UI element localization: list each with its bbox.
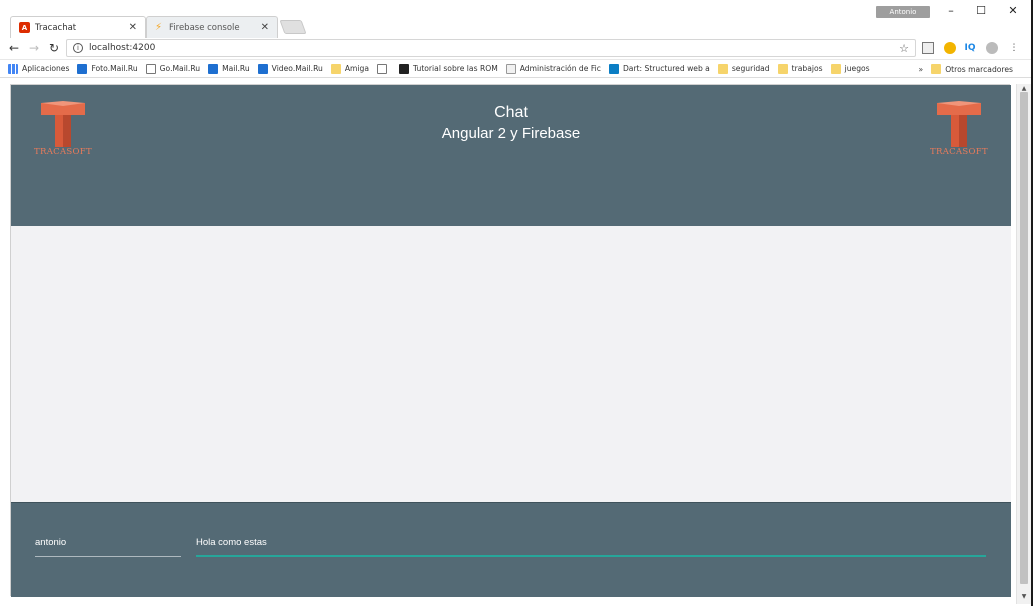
bookmarks-overflow-button[interactable]: » bbox=[919, 65, 924, 74]
folder-icon bbox=[777, 63, 788, 74]
page-icon bbox=[377, 63, 388, 74]
bookmark-otros-marcadores[interactable]: Otros marcadores bbox=[931, 64, 1013, 74]
bookmark-dart[interactable]: Dart: Structured web a bbox=[608, 63, 710, 74]
tab-strip: A Tracachat ✕ ⚡ Firebase console ✕ Anton… bbox=[0, 0, 1031, 38]
bookmark-foto-mail-ru[interactable]: Foto.Mail.Ru bbox=[77, 63, 138, 74]
new-tab-button[interactable] bbox=[279, 20, 307, 34]
page-title: Chat bbox=[494, 104, 528, 121]
star-icon[interactable]: ☆ bbox=[899, 42, 909, 55]
app-header: TRACASOFT Chat Angular 2 y Firebase TRAC… bbox=[11, 85, 1011, 226]
messages-area bbox=[11, 226, 1011, 502]
page-icon bbox=[145, 63, 156, 74]
extension-moon-icon[interactable] bbox=[944, 42, 956, 54]
bookmark-trabajos[interactable]: trabajos bbox=[777, 63, 823, 74]
folder-icon bbox=[830, 63, 841, 74]
profile-name: Antonio bbox=[889, 8, 917, 16]
forward-arrow-icon[interactable]: → bbox=[26, 41, 42, 55]
firebase-icon: ⚡ bbox=[154, 22, 163, 33]
scrollbar-thumb[interactable] bbox=[1020, 92, 1028, 584]
tab-firebase-console[interactable]: ⚡ Firebase console ✕ bbox=[146, 16, 278, 38]
admin-icon bbox=[505, 63, 516, 74]
close-window-icon[interactable]: ✕ bbox=[998, 4, 1028, 17]
folder-icon bbox=[330, 63, 341, 74]
bookmark-mail-ru[interactable]: Mail.Ru bbox=[208, 63, 250, 74]
browser-toolbar: ← → ↻ i localhost:4200 ☆ IQ ⋮ bbox=[0, 38, 1031, 60]
message-composer: antonio Hola como estas bbox=[11, 502, 1011, 597]
message-input[interactable]: Hola como estas bbox=[196, 535, 986, 557]
bookmark-administracion[interactable]: Administración de Fic bbox=[505, 63, 601, 74]
bookmarks-right: » Otros marcadores bbox=[919, 60, 1021, 77]
logo-text: TRACASOFT bbox=[34, 147, 92, 157]
chat-app: TRACASOFT Chat Angular 2 y Firebase TRAC… bbox=[10, 84, 1011, 597]
info-icon[interactable]: i bbox=[73, 43, 83, 53]
mail-icon bbox=[77, 63, 88, 74]
tracasoft-logo: TRACASOFT bbox=[929, 101, 989, 161]
bookmark-amiga[interactable]: Amiga bbox=[330, 63, 369, 74]
mail-icon bbox=[257, 63, 268, 74]
angular-icon: A bbox=[19, 22, 30, 33]
bookmark-video-mail-ru[interactable]: Video.Mail.Ru bbox=[257, 63, 323, 74]
tab-tracachat[interactable]: A Tracachat ✕ bbox=[10, 16, 146, 38]
logo-t-icon bbox=[937, 101, 981, 147]
tab-title: Firebase console bbox=[169, 22, 240, 33]
close-icon[interactable]: ✕ bbox=[129, 22, 137, 33]
profile-button[interactable]: Antonio bbox=[876, 6, 930, 18]
bookmark-aplicaciones[interactable]: Aplicaciones bbox=[8, 63, 69, 74]
bookmark-blank[interactable] bbox=[377, 63, 391, 74]
dark-icon bbox=[399, 63, 410, 74]
address-bar[interactable]: i localhost:4200 ☆ bbox=[66, 39, 916, 57]
close-icon[interactable]: ✕ bbox=[261, 22, 269, 33]
extension-gray-icon[interactable] bbox=[986, 42, 998, 54]
bookmarks-bar: Aplicaciones Foto.Mail.Ru Go.Mail.Ru Mai… bbox=[0, 60, 1031, 78]
back-arrow-icon[interactable]: ← bbox=[6, 41, 22, 55]
maximize-icon[interactable]: ☐ bbox=[966, 4, 996, 17]
mail-icon bbox=[208, 63, 219, 74]
extension-iq-icon[interactable]: IQ bbox=[964, 42, 976, 54]
bookmark-seguridad[interactable]: seguridad bbox=[717, 63, 770, 74]
username-input[interactable]: antonio bbox=[35, 535, 181, 557]
browser-window: A Tracachat ✕ ⚡ Firebase console ✕ Anton… bbox=[0, 0, 1033, 606]
reload-icon[interactable]: ↻ bbox=[46, 41, 62, 55]
minimize-icon[interactable]: – bbox=[936, 4, 966, 17]
page-scrollbar[interactable]: ▲ ▼ bbox=[1016, 84, 1031, 604]
bookmark-tutorial-rom[interactable]: Tutorial sobre las ROM bbox=[399, 63, 498, 74]
page-subtitle: Angular 2 y Firebase bbox=[441, 125, 581, 142]
folder-icon bbox=[931, 64, 942, 74]
dart-icon bbox=[608, 63, 619, 74]
menu-kebab-icon[interactable]: ⋮ bbox=[1008, 42, 1020, 54]
logo-text: TRACASOFT bbox=[930, 147, 988, 157]
tab-title: Tracachat bbox=[35, 22, 77, 33]
bookmark-juegos[interactable]: juegos bbox=[830, 63, 870, 74]
title-block: Chat Angular 2 y Firebase bbox=[11, 103, 1011, 145]
extension-save-icon[interactable] bbox=[922, 42, 934, 54]
scroll-down-icon[interactable]: ▼ bbox=[1017, 592, 1031, 602]
bookmark-go-mail-ru[interactable]: Go.Mail.Ru bbox=[145, 63, 200, 74]
apps-icon bbox=[8, 63, 18, 74]
url-text: localhost:4200 bbox=[89, 43, 156, 53]
folder-icon bbox=[717, 63, 728, 74]
